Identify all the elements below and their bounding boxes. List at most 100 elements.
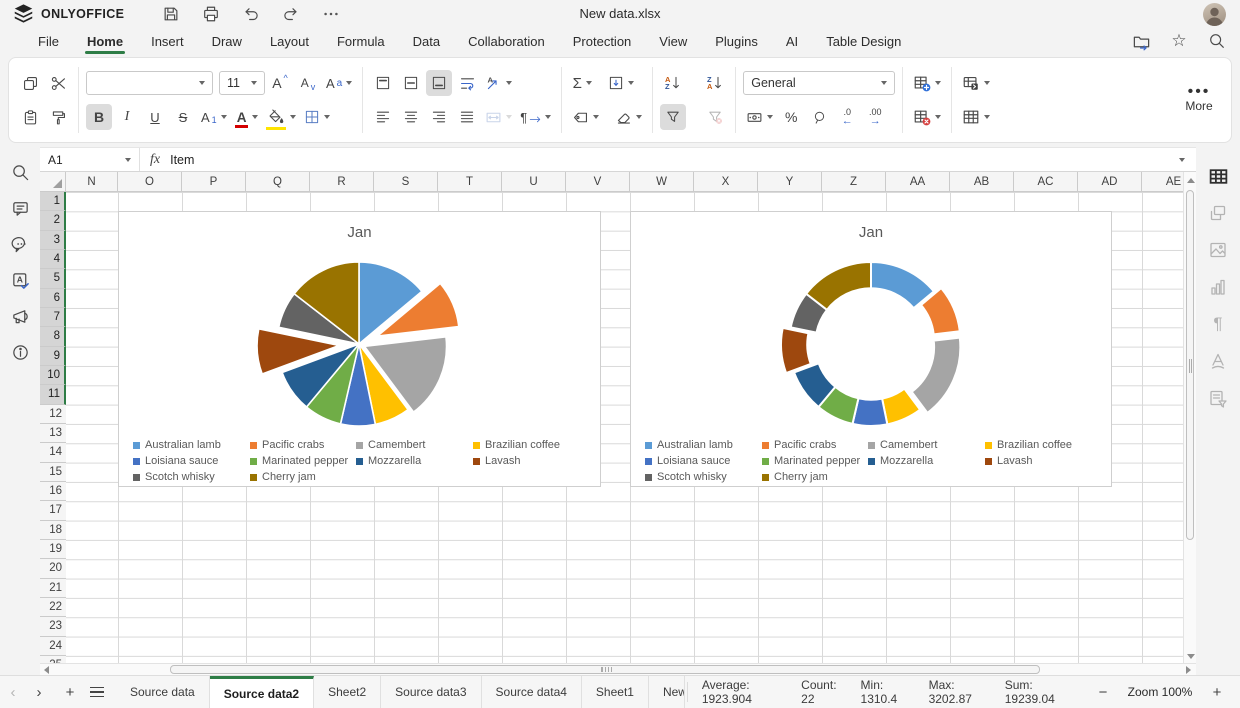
sort-ascending-button[interactable]: AZ (660, 70, 686, 96)
ribbon-more-button[interactable]: ••• More (1175, 84, 1223, 114)
delete-cells-button[interactable] (910, 104, 944, 130)
paste-button[interactable] (17, 104, 43, 130)
legend-item-scotch-whisky[interactable]: Scotch whisky (645, 471, 762, 483)
legend-item-australian-lamb[interactable]: Australian lamb (645, 439, 762, 451)
clear-filter-button[interactable] (702, 104, 728, 130)
row-header-12[interactable]: 12 (40, 405, 66, 424)
feedback-icon[interactable] (9, 305, 31, 327)
legend-item-mozzarella[interactable]: Mozzarella (356, 455, 473, 467)
cell-name-box[interactable]: A1 (40, 148, 140, 171)
row-header-20[interactable]: 20 (40, 559, 66, 579)
sheet-tab-source-data3[interactable]: Source data3 (381, 676, 482, 708)
shape-settings-icon[interactable] (1207, 202, 1229, 224)
change-case-button[interactable]: Aa (323, 70, 355, 96)
open-file-location-icon[interactable] (1130, 30, 1152, 52)
menu-tab-table-design[interactable]: Table Design (812, 27, 915, 55)
menu-tab-layout[interactable]: Layout (256, 27, 323, 55)
column-header-Y[interactable]: Y (758, 172, 822, 192)
row-header-1[interactable]: 1 (40, 192, 66, 212)
number-format-select[interactable]: General (743, 71, 896, 95)
favorite-star-icon[interactable]: ☆ (1168, 30, 1190, 52)
row-header-11[interactable]: 11 (40, 385, 66, 405)
slice-lavash[interactable] (780, 326, 813, 375)
column-header-AD[interactable]: AD (1078, 172, 1142, 192)
menu-tab-insert[interactable]: Insert (137, 27, 198, 55)
cell-settings-icon[interactable] (1207, 165, 1229, 187)
cut-button[interactable] (45, 70, 71, 96)
row-header-16[interactable]: 16 (40, 482, 66, 502)
borders-button[interactable] (301, 104, 333, 130)
format-painter-button[interactable] (45, 104, 71, 130)
legend-item-lavash[interactable]: Lavash (473, 455, 560, 467)
fill-button[interactable] (605, 70, 637, 96)
align-middle-button[interactable] (398, 70, 424, 96)
paragraph-settings-icon[interactable]: ¶ (1207, 313, 1229, 335)
conditional-formatting-button[interactable] (959, 70, 993, 96)
legend-item-pacific-crabs[interactable]: Pacific crabs (250, 439, 356, 451)
row-header-6[interactable]: 6 (40, 288, 66, 308)
filter-button[interactable] (660, 104, 687, 130)
align-justify-button[interactable] (454, 104, 480, 130)
text-direction-button[interactable]: ¶ (517, 104, 554, 130)
save-button[interactable] (160, 3, 182, 25)
legend-item-lavash[interactable]: Lavash (985, 455, 1072, 467)
format-as-table-button[interactable] (959, 104, 993, 130)
doughnut-chart-object[interactable]: Jan Australian lamb Pacific crabs Camembert… (630, 211, 1112, 487)
percent-style-button[interactable]: % (778, 104, 804, 130)
row-header-15[interactable]: 15 (40, 463, 66, 482)
sheet-nav-prev-button[interactable]: ‹ (0, 684, 26, 701)
print-button[interactable] (200, 3, 222, 25)
sheet-tab-source-data[interactable]: Source data (116, 676, 210, 708)
sheet-tab-sheet1[interactable]: Sheet1 (582, 676, 649, 708)
decrease-font-size-button[interactable]: Av (295, 70, 321, 96)
legend-item-loisiana-sauce[interactable]: Loisiana sauce (133, 455, 250, 467)
decrease-decimal-button[interactable]: .0 ← (834, 104, 860, 130)
sheet-tab-new[interactable]: New (649, 676, 685, 708)
undo-button[interactable] (240, 3, 262, 25)
row-header-21[interactable]: 21 (40, 579, 66, 598)
fill-color-button[interactable] (263, 104, 299, 130)
row-header-13[interactable]: 13 (40, 424, 66, 444)
wrap-text-button[interactable] (454, 70, 480, 96)
named-ranges-button[interactable] (569, 104, 602, 130)
legend-item-brazilian-coffee[interactable]: Brazilian coffee (473, 439, 560, 451)
slice-camembert[interactable] (910, 336, 962, 415)
copy-button[interactable] (17, 70, 43, 96)
row-header-9[interactable]: 9 (40, 346, 66, 366)
comma-style-button[interactable] (806, 104, 832, 130)
formula-input[interactable]: Item (170, 153, 1166, 167)
menu-tab-collaboration[interactable]: Collaboration (454, 27, 559, 55)
user-avatar[interactable] (1203, 3, 1226, 26)
column-header-AA[interactable]: AA (886, 172, 950, 192)
column-header-X[interactable]: X (694, 172, 758, 192)
scroll-up-arrow[interactable] (1187, 178, 1195, 183)
scroll-down-arrow[interactable] (1187, 654, 1195, 659)
legend-item-scotch-whisky[interactable]: Scotch whisky (133, 471, 250, 483)
legend-item-mozzarella[interactable]: Mozzarella (868, 455, 985, 467)
add-sheet-button[interactable]: + (57, 684, 83, 701)
horizontal-scrollbar-thumb[interactable] (170, 665, 1040, 674)
zoom-out-button[interactable]: − (1088, 684, 1118, 701)
row-header-19[interactable]: 19 (40, 540, 66, 560)
spellcheck-icon[interactable]: A (9, 269, 31, 291)
italic-button[interactable]: I (114, 104, 140, 130)
menu-tab-data[interactable]: Data (399, 27, 454, 55)
row-header-18[interactable]: 18 (40, 521, 66, 540)
menu-tab-view[interactable]: View (645, 27, 701, 55)
legend-item-pacific-crabs[interactable]: Pacific crabs (762, 439, 868, 451)
menu-tab-home[interactable]: Home (73, 27, 137, 55)
column-header-V[interactable]: V (566, 172, 630, 192)
row-header-22[interactable]: 22 (40, 598, 66, 618)
chart-settings-icon[interactable] (1207, 276, 1229, 298)
comments-icon[interactable] (9, 197, 31, 219)
row-header-8[interactable]: 8 (40, 327, 66, 347)
legend-item-marinated-pepper[interactable]: Marinated pepper (250, 455, 356, 467)
legend-item-camembert[interactable]: Camembert (356, 439, 473, 451)
increase-font-size-button[interactable]: A ^ (267, 70, 293, 96)
column-header-S[interactable]: S (374, 172, 438, 192)
slicer-settings-icon[interactable] (1207, 387, 1229, 409)
scroll-left-arrow[interactable] (44, 666, 49, 674)
font-size-select[interactable]: 11 (219, 71, 265, 95)
menu-tab-formula[interactable]: Formula (323, 27, 399, 55)
row-header-24[interactable]: 24 (40, 637, 66, 656)
